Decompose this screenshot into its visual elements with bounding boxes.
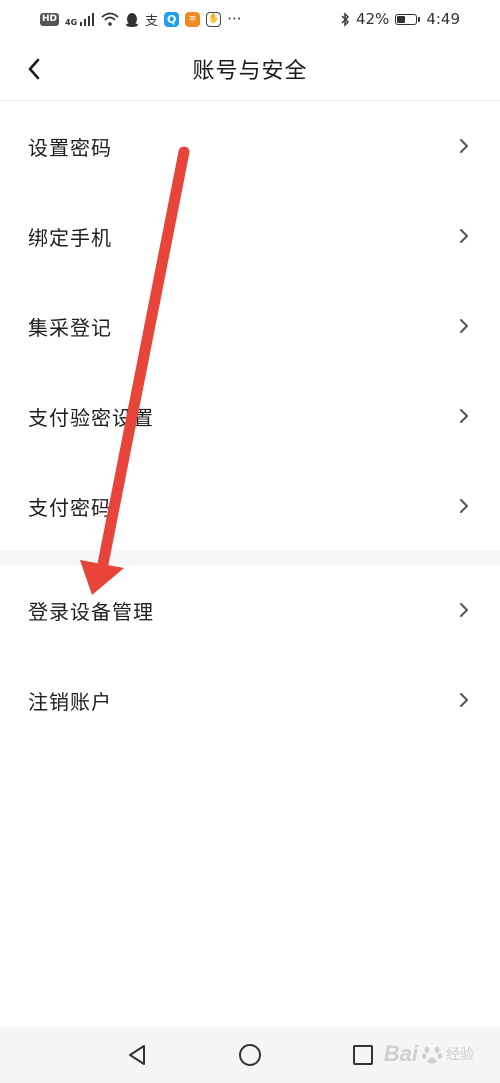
qq-icon	[125, 12, 139, 27]
battery-percent: 42%	[355, 10, 390, 28]
alipay-icon: 支	[145, 13, 159, 29]
app-notification-icon: ≡	[185, 11, 201, 27]
battery-fill	[397, 15, 405, 23]
menu-item-payment-password[interactable]: 支付密码	[0, 461, 500, 551]
clock: 4:49	[426, 10, 460, 28]
nav-back-button[interactable]	[119, 1037, 155, 1073]
menu-item-cancel-account[interactable]: 注销账户	[0, 655, 500, 745]
menu-item-procurement-registration[interactable]: 集采登记	[0, 281, 500, 371]
wifi-icon	[101, 12, 119, 26]
hand-app-icon: ✋	[206, 11, 222, 27]
circle-home-icon	[238, 1044, 261, 1066]
menu-item-label: 支付密码	[28, 495, 112, 520]
chevron-right-icon	[456, 228, 472, 244]
menu-item-label: 集采登记	[28, 315, 112, 340]
menu-item-label: 登录设备管理	[28, 599, 154, 624]
back-button[interactable]	[18, 53, 50, 85]
bluetooth-icon	[340, 11, 350, 27]
watermark-brand: Bai	[383, 1041, 418, 1066]
triangle-back-icon	[128, 1045, 145, 1065]
menu-item-label: 注销账户	[28, 689, 112, 714]
chevron-right-icon	[456, 408, 472, 424]
nav-recents-button[interactable]	[345, 1037, 381, 1073]
status-left: HD 4G 支 Q ≡ ✋ ···	[40, 10, 241, 29]
page-title: 账号与安全	[192, 59, 308, 84]
paw-icon	[421, 1046, 443, 1064]
more-notifications-icon: ···	[227, 10, 242, 28]
menu-item-login-device-management[interactable]: 登录设备管理	[0, 565, 500, 655]
menu-group-security: 设置密码 绑定手机 集采登记 支付验密设置 支付密码 登录设备管理 注销账户	[0, 101, 500, 745]
baidu-watermark: Bai 经验	[384, 1041, 474, 1067]
chevron-left-icon	[28, 58, 40, 80]
square-recents-icon	[353, 1045, 374, 1065]
chevron-right-icon	[456, 602, 472, 618]
search-app-icon: Q	[164, 11, 180, 27]
network-type: 4G	[65, 17, 78, 27]
signal-icon	[79, 12, 95, 26]
status-bar: HD 4G 支 Q ≡ ✋ ··· 42% 4:49	[0, 0, 500, 38]
chevron-right-icon	[456, 138, 472, 154]
nav-home-button[interactable]	[232, 1037, 268, 1073]
watermark-text: 经验	[446, 1046, 474, 1062]
section-divider	[0, 551, 500, 565]
chevron-right-icon	[456, 692, 472, 708]
battery-icon	[395, 13, 421, 25]
app-header: 账号与安全	[0, 38, 500, 101]
chevron-right-icon	[456, 498, 472, 514]
menu-item-bind-phone[interactable]: 绑定手机	[0, 191, 500, 281]
hd-badge: HD	[40, 12, 60, 26]
status-right: 42% 4:49	[340, 10, 460, 28]
menu-item-label: 支付验密设置	[28, 405, 154, 430]
menu-item-label: 设置密码	[28, 135, 112, 160]
menu-item-label: 绑定手机	[28, 225, 112, 250]
chevron-right-icon	[456, 318, 472, 334]
menu-item-set-password[interactable]: 设置密码	[0, 101, 500, 191]
menu-item-payment-verification-settings[interactable]: 支付验密设置	[0, 371, 500, 461]
